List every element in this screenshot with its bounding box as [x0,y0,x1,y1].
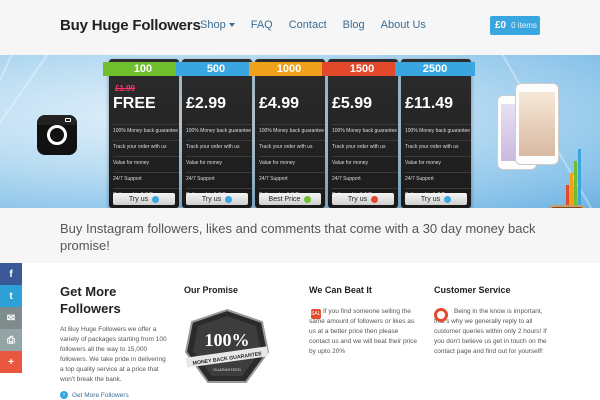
plan-button-label: Try us [201,195,222,203]
plan-feature: 100% Money back guarantee [259,124,325,134]
phone-image [515,83,559,165]
nav-contact[interactable]: Contact [289,19,327,31]
plan-feature: Track your order with us [186,140,252,150]
plan-feature: 24/7 Support [259,172,325,182]
badge-guaranteed: GUARANTEED [213,367,241,372]
get-more-text: At Buy Huge Followers we offer a variety… [60,326,167,383]
plan-price: £5.99 [332,95,373,112]
nav-shop[interactable]: Shop [200,19,235,31]
plan-quantity: 500 [176,62,256,76]
plan-quantity: 1000 [249,62,329,76]
lifebuoy-icon [434,308,448,322]
plan-try-button[interactable]: Try us [186,193,248,205]
plan-quantity: 2500 [395,62,475,76]
email-icon[interactable]: ✉ [0,307,22,329]
plan-feature: 100% Money back guarantee [405,124,471,134]
pricing-plan[interactable]: 2500 £11.49 100% Money back guarantee Track… [395,59,475,208]
arrow-right-icon [371,195,379,203]
plan-feature: Value for money [186,156,252,166]
facebook-icon[interactable]: f [0,263,22,285]
badge-percent: 100% [205,330,250,350]
plan-try-button[interactable]: Try us [405,193,467,205]
plan-try-button[interactable]: Try us [113,193,175,205]
service-text: Being in the know is important, that's w… [434,308,547,355]
get-more-link-label: Get More Followers [72,391,129,399]
pricing-plan[interactable]: 100 £1.99 FREE 100% Money back guarantee Tra… [103,59,183,208]
get-more-link[interactable]: › Get More Followers [60,391,170,399]
nav-about-us[interactable]: About Us [381,19,426,31]
service-column: Customer Service Being in the know is im… [434,263,554,357]
cart-button[interactable]: £0 0 items [490,16,540,35]
plan-feature: 24/7 Support [113,172,179,182]
beat-it-column: We Can Beat It SALE If you find someone … [309,263,419,357]
promise-title: Our Promise [184,285,239,295]
cart-amount: £0 [495,20,507,31]
get-more-title: Get More Followers [60,284,121,316]
arrow-right-icon [444,195,452,203]
plan-feature: 24/7 Support [186,172,252,182]
nav-faq[interactable]: FAQ [251,19,273,31]
beat-it-title: We Can Beat It [309,285,372,295]
plan-try-button[interactable]: Best Price [259,193,321,205]
pricing-plan[interactable]: 1500 £5.99 100% Money back guarantee Track … [322,59,402,208]
tagline: Buy Instagram followers, likes and comme… [60,221,536,253]
sale-tag-icon: SALE [311,309,324,319]
promise-column: Our Promise 100% MONEY BACK GUARANTEE GU… [184,263,294,383]
banner-decoration [0,55,22,208]
plan-button-label: Try us [347,195,368,203]
plan-button-label: Try us [420,195,441,203]
plan-button-label: Best Price [268,195,301,203]
cart-count: 0 items [511,21,537,30]
plan-try-button[interactable]: Try us [332,193,394,205]
nav-blog[interactable]: Blog [343,19,365,31]
beat-it-text: If you find someone selling the same amo… [309,308,418,355]
plan-old-price: £1.99 [115,84,136,93]
plan-feature: Track your order with us [405,140,471,150]
plan-feature: Track your order with us [113,140,179,150]
plan-feature: Value for money [113,156,179,166]
print-icon[interactable]: ⎙ [0,329,22,351]
plan-price: £2.99 [186,95,227,112]
plan-feature: Track your order with us [259,140,325,150]
plan-quantity: 1500 [322,62,402,76]
plan-feature: Value for money [332,156,398,166]
features-section: Get More Followers At Buy Huge Followers… [0,263,600,400]
growth-chart-icon [566,145,584,205]
instagram-logo-icon [37,115,77,155]
plan-button-label: Try us [128,195,149,203]
twitter-icon[interactable]: t [0,285,22,307]
plan-feature: Value for money [259,156,325,166]
plan-price: £4.99 [259,95,300,112]
money-back-badge: 100% MONEY BACK GUARANTEE GUARANTEED [184,308,270,383]
plan-feature: 100% Money back guarantee [113,124,179,134]
arrow-right-icon [152,195,160,203]
camera-icon [548,205,586,208]
site-header: Buy Huge Followers Shop FAQ Contact Blog… [0,0,600,55]
plus-icon[interactable]: + [0,351,22,373]
service-title: Customer Service [434,285,511,295]
main-nav: Shop FAQ Contact Blog About Us [200,19,426,31]
get-more-column: Get More Followers At Buy Huge Followers… [60,263,170,399]
plan-feature: Value for money [405,156,471,166]
arrow-right-icon [304,195,312,203]
plan-price: FREE [113,95,156,112]
social-share-bar: f t ✉ ⎙ + [0,263,22,373]
plan-feature: 100% Money back guarantee [332,124,398,134]
pricing-plan[interactable]: 500 £2.99 100% Money back guarantee Track y… [176,59,256,208]
arrow-right-icon: › [60,391,68,399]
pricing-plan[interactable]: 1000 £4.99 100% Money back guarantee Track … [249,59,329,208]
plan-feature: Track your order with us [332,140,398,150]
plan-quantity: 100 [103,62,183,76]
site-logo[interactable]: Buy Huge Followers [60,17,201,34]
plan-price: £11.49 [405,95,454,112]
pricing-banner: 100 £1.99 FREE 100% Money back guarantee Tra… [0,55,600,208]
nav-shop-label: Shop [200,19,226,31]
plan-feature: 100% Money back guarantee [186,124,252,134]
plan-feature: 24/7 Support [332,172,398,182]
plan-feature: 24/7 Support [405,172,471,182]
chevron-down-icon [228,23,235,28]
arrow-right-icon [225,195,233,203]
